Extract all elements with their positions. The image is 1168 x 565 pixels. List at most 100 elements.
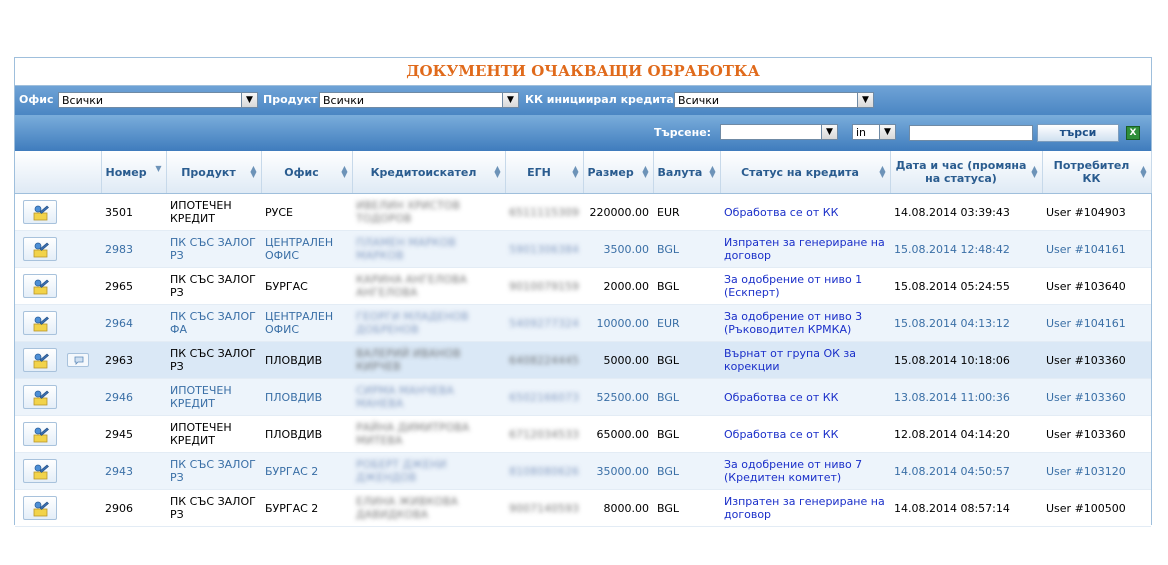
header-product[interactable]: Продукт ▲ ▼ [166, 151, 262, 194]
row-currency: BGL [653, 267, 720, 305]
header-date[interactable]: Дата и час (промяна на статуса) ▲ ▼ [890, 151, 1043, 194]
edit-document-button[interactable] [23, 237, 57, 261]
row-status[interactable]: Върнат от група ОК за корекции [720, 341, 890, 379]
sort-desc-icon: ▼ [155, 164, 162, 173]
edit-document-button[interactable] [23, 200, 57, 224]
row-office: ЦЕНТРАЛЕН ОФИС [261, 230, 352, 268]
edit-document-button[interactable] [23, 348, 57, 372]
row-user: User #103120 [1042, 452, 1151, 490]
row-amount: 2000.00 [583, 267, 653, 305]
header-label: ЕГН [527, 165, 551, 179]
sort-icon: ▲ ▼ [1140, 164, 1147, 179]
header-number[interactable]: Номер ▼ [101, 151, 167, 194]
row-egn: 6408224445 [505, 341, 583, 379]
row-currency: BGL [653, 341, 720, 379]
table-row[interactable]: 2906 ПК СЪС ЗАЛОГ РЗ БУРГАС 2 ЕЛИНА ЖИВКОВА… [15, 489, 1151, 527]
row-status[interactable]: Обработва се от КК [720, 193, 890, 231]
search-bar: Търсене: ▼ in ▼ търси X [15, 115, 1151, 151]
table-row[interactable]: 2945 ИПОТЕЧЕН КРЕДИТ ПЛОВДИВ РАЙНА ДИМИТРОВ… [15, 415, 1151, 453]
product-filter-select[interactable]: Всички ▼ [319, 92, 519, 108]
row-office: РУСЕ [261, 193, 352, 231]
header-currency[interactable]: Валута ▲ ▼ [653, 151, 721, 194]
edit-document-button[interactable] [23, 422, 57, 446]
edit-document-button[interactable] [23, 311, 57, 335]
header-label: Номер [105, 165, 147, 179]
office-filter-select[interactable]: Всички ▼ [58, 92, 258, 108]
row-office: БУРГАС 2 [261, 489, 352, 527]
comment-button[interactable] [67, 353, 89, 367]
edit-document-button[interactable] [23, 274, 57, 298]
row-user: User #104161 [1042, 230, 1151, 268]
row-applicant: ПЛАМЕН МАРКОВ МАРКОВ [352, 230, 505, 268]
row-actions [15, 341, 101, 379]
sort-icon: ▲ ▼ [494, 164, 501, 179]
header-label: Офис [284, 165, 319, 179]
row-date: 15.08.2014 12:48:42 [890, 230, 1042, 268]
row-egn: 5901306384 [505, 230, 583, 268]
row-date: 15.08.2014 04:13:12 [890, 304, 1042, 342]
search-operator-select[interactable]: in ▼ [852, 124, 896, 140]
header-label: Статус на кредита [741, 165, 859, 179]
row-user: User #104161 [1042, 304, 1151, 342]
table-row[interactable]: 2965 ПК СЪС ЗАЛОГ РЗ БУРГАС КАРИНА АНГЕЛОВА… [15, 267, 1151, 305]
row-status[interactable]: Обработва се от КК [720, 415, 890, 453]
row-actions [15, 415, 101, 453]
row-amount: 5000.00 [583, 341, 653, 379]
table-row[interactable]: 3501 ИПОТЕЧЕН КРЕДИТ РУСЕ ИВЕЛИН ХРИСТОВ ТО… [15, 193, 1151, 231]
edit-document-button[interactable] [23, 496, 57, 520]
header-status[interactable]: Статус на кредита ▲ ▼ [720, 151, 891, 194]
row-product: ПК СЪС ЗАЛОГ РЗ [166, 452, 261, 490]
header-amount[interactable]: Размер ▲ ▼ [583, 151, 654, 194]
row-office: ПЛОВДИВ [261, 378, 352, 416]
table-row[interactable]: 2943 ПК СЪС ЗАЛОГ РЗ БУРГАС 2 РОБЕРТ ДЖЕНИ … [15, 452, 1151, 490]
row-currency: BGL [653, 415, 720, 453]
row-amount: 8000.00 [583, 489, 653, 527]
header-egn[interactable]: ЕГН ▲ ▼ [505, 151, 584, 194]
row-status[interactable]: Изпратен за генериране на договор [720, 230, 890, 268]
header-applicant[interactable]: Кредитоискател ▲ ▼ [352, 151, 506, 194]
row-user: User #103360 [1042, 341, 1151, 379]
row-applicant: КАРИНА АНГЕЛОВА АНГЕЛОВА [352, 267, 505, 305]
row-currency: BGL [653, 230, 720, 268]
row-date: 12.08.2014 04:14:20 [890, 415, 1042, 453]
header-user[interactable]: Потребител КК ▲ ▼ [1042, 151, 1152, 194]
row-amount: 3500.00 [583, 230, 653, 268]
chevron-down-icon: ▼ [821, 125, 837, 139]
search-text-input[interactable] [909, 125, 1033, 141]
row-egn: 6712034533 [505, 415, 583, 453]
table-header-row: Номер ▼ Продукт ▲ ▼ Офис ▲ ▼ Кредитоискател ▲ ▼… [15, 151, 1152, 194]
edit-document-button[interactable] [23, 459, 57, 483]
row-status[interactable]: Изпратен за генериране на договор [720, 489, 890, 527]
row-date: 15.08.2014 05:24:55 [890, 267, 1042, 305]
table-row[interactable]: 2946 ИПОТЕЧЕН КРЕДИТ ПЛОВДИВ СИРМА МАНЧЕВА … [15, 378, 1151, 416]
row-actions [15, 193, 101, 231]
row-status[interactable]: Обработва се от КК [720, 378, 890, 416]
row-actions [15, 452, 101, 490]
excel-export-icon[interactable]: X [1126, 126, 1140, 140]
header-office[interactable]: Офис ▲ ▼ [261, 151, 353, 194]
kk-filter-select[interactable]: Всички ▼ [674, 92, 874, 108]
office-filter-label: Офис [19, 93, 54, 106]
row-status[interactable]: За одобрение от ниво 7 (Кредитен комитет… [720, 452, 890, 490]
edit-document-button[interactable] [23, 385, 57, 409]
row-status[interactable]: За одобрение от ниво 3 (Ръководител КРМК… [720, 304, 890, 342]
row-status[interactable]: За одобрение от ниво 1 (Ескперт) [720, 267, 890, 305]
table-row[interactable]: 2983 ПК СЪС ЗАЛОГ РЗ ЦЕНТРАЛЕН ОФИС ПЛАМЕН … [15, 230, 1151, 268]
table-row[interactable]: 2963 ПК СЪС ЗАЛОГ РЗ ПЛОВДИВ ВАЛЕРИЙ ИВАНОВ… [15, 341, 1151, 379]
row-product: ПК СЪС ЗАЛОГ ФА [166, 304, 261, 342]
row-egn: 5409277324 [505, 304, 583, 342]
search-button[interactable]: търси [1037, 124, 1119, 142]
row-number: 2946 [101, 378, 166, 416]
table-row[interactable]: 2964 ПК СЪС ЗАЛОГ ФА ЦЕНТРАЛЕН ОФИС ГЕОРГИ … [15, 304, 1151, 342]
sort-icon: ▲ ▼ [642, 164, 649, 179]
row-actions [15, 489, 101, 527]
row-product: ПК СЪС ЗАЛОГ РЗ [166, 489, 261, 527]
chevron-down-icon: ▼ [879, 125, 895, 139]
row-amount: 52500.00 [583, 378, 653, 416]
row-egn: 8108080626 [505, 452, 583, 490]
row-product: ПК СЪС ЗАЛОГ РЗ [166, 230, 261, 268]
search-operator-value: in [856, 126, 867, 139]
search-field-select[interactable]: ▼ [720, 124, 838, 140]
row-user: User #103360 [1042, 378, 1151, 416]
row-number: 3501 [101, 193, 166, 231]
